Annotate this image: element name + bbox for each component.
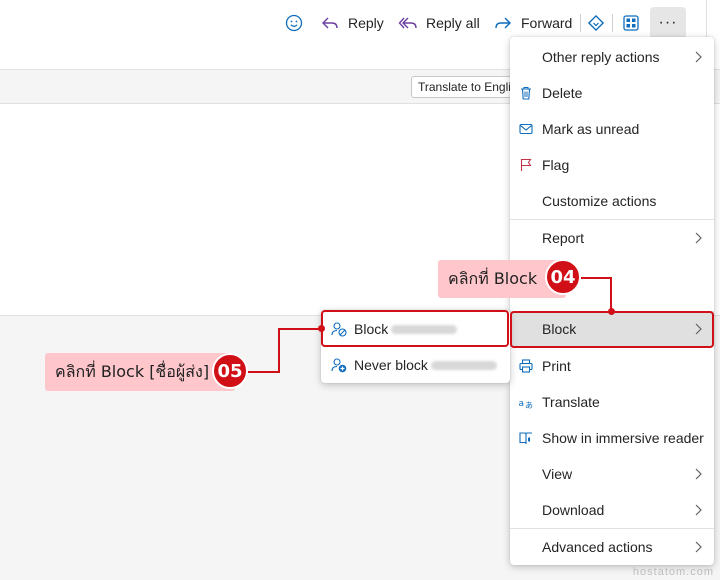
menu-item-view[interactable]: View [510, 456, 714, 492]
step4-text: คลิกที่ Block [448, 268, 538, 288]
step5-callout: คลิกที่ Block [ชื่อผู้ส่ง] [45, 353, 235, 391]
more-actions-menu: Other reply actions Delete Mark as unrea… [510, 37, 714, 565]
more-icon: ··· [658, 14, 678, 31]
connector-dot [608, 308, 615, 315]
menu-item-label: Print [542, 358, 571, 374]
connector-line [278, 328, 280, 373]
menu-item-label: Delete [542, 85, 583, 101]
menu-item-label: Report [542, 230, 585, 246]
connector-line [278, 328, 322, 330]
reply-all-label: Reply all [426, 15, 480, 31]
menu-item-print[interactable]: Print [510, 348, 714, 384]
menu-item-other-reply-actions[interactable]: Other reply actions [510, 39, 714, 75]
menu-item-label: Flag [542, 157, 570, 173]
connector-line [610, 277, 612, 312]
translate-button[interactable]: Translate to English [411, 76, 521, 98]
block-item-highlight [510, 311, 714, 348]
print-icon [519, 359, 533, 373]
menu-item-flag[interactable]: Flag [510, 147, 714, 183]
svg-text:a: a [519, 399, 525, 409]
chevron-right-icon [695, 541, 702, 553]
forward-label: Forward [521, 15, 573, 31]
menu-item-report[interactable]: Report [510, 220, 714, 256]
menu-item-mark-as-unread[interactable]: Mark as unread [510, 111, 714, 147]
emoji-button[interactable] [284, 8, 304, 38]
menu-item-translate[interactable]: aあ Translate [510, 384, 714, 420]
loop-icon [587, 14, 605, 32]
menu-item-label: Other reply actions [542, 49, 660, 65]
submenu-item-never-block[interactable]: Never block [321, 347, 510, 383]
menu-item-advanced-actions[interactable]: Advanced actions [510, 529, 714, 565]
forward-icon [495, 17, 511, 29]
chevron-right-icon [695, 504, 702, 516]
connector-dot [318, 325, 325, 332]
menu-item-label: Download [542, 502, 605, 518]
menu-item-label: Advanced actions [542, 539, 653, 555]
blurred-sender-name [431, 361, 497, 370]
chevron-right-icon [695, 51, 702, 63]
reply-all-button[interactable]: Reply all [398, 8, 480, 38]
menu-item-immersive-reader[interactable]: Show in immersive reader [510, 420, 714, 456]
loop-button[interactable] [586, 8, 606, 38]
translate-icon: aあ [519, 399, 534, 410]
more-actions-button[interactable]: ··· [650, 7, 686, 39]
menu-item-delete[interactable]: Delete [510, 75, 714, 111]
immersive-reader-icon [519, 432, 532, 445]
connector-line [581, 277, 612, 279]
trash-icon [521, 86, 531, 100]
watermark: hostatom.com [632, 566, 714, 578]
chevron-right-icon [695, 468, 702, 480]
toolbar-divider [612, 14, 613, 32]
person-add-icon [331, 358, 347, 373]
reply-button[interactable]: Reply [320, 8, 384, 38]
step5-text: คลิกที่ Block [ชื่อผู้ส่ง] [55, 361, 210, 381]
toolbar-divider [580, 14, 581, 32]
menu-item-label: Translate [542, 394, 600, 410]
menu-item-label: Customize actions [542, 193, 657, 209]
svg-text:あ: あ [525, 401, 533, 410]
connector-line [248, 371, 280, 373]
reply-label: Reply [348, 15, 384, 31]
apps-grid-icon [623, 15, 639, 31]
submenu-item-label: Never block [354, 357, 428, 373]
chevron-right-icon [695, 232, 702, 244]
emoji-icon [285, 14, 303, 32]
reply-icon [322, 17, 338, 29]
menu-item-download[interactable]: Download [510, 492, 714, 528]
step5-badge: 05 [212, 353, 248, 389]
step4-badge: 04 [545, 259, 581, 295]
forward-button[interactable]: Forward [493, 8, 572, 38]
apps-button[interactable] [621, 8, 641, 38]
menu-item-label: Show in immersive reader [542, 430, 704, 446]
block-sender-highlight [321, 310, 509, 347]
reply-all-icon [398, 17, 417, 29]
menu-item-label: Mark as unread [542, 121, 640, 137]
mail-icon [519, 123, 533, 135]
menu-item-label: View [542, 466, 573, 482]
menu-item-customize-actions[interactable]: Customize actions [510, 183, 714, 219]
flag-icon [520, 158, 532, 171]
